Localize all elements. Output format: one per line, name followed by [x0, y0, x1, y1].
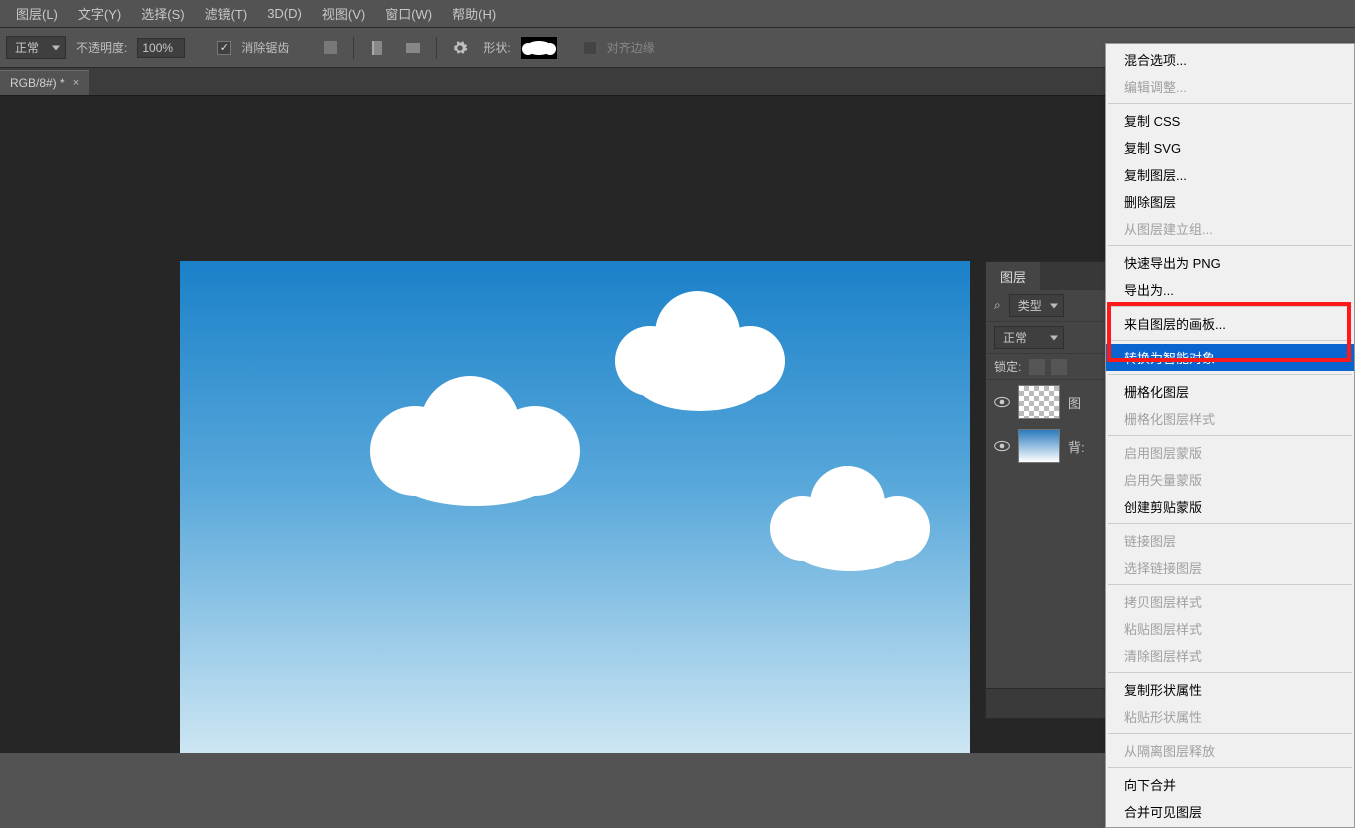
cm-separator — [1108, 245, 1352, 246]
align-icon[interactable] — [364, 37, 390, 59]
shape-label: 形状: — [483, 39, 510, 56]
align-edges-label: 对齐边缘 — [607, 39, 655, 56]
cm-enable-vector-mask: 启用矢量蒙版 — [1106, 466, 1354, 493]
blend-mode-dropdown[interactable]: 正常 — [6, 36, 66, 59]
close-tab-icon[interactable]: × — [73, 77, 79, 89]
cm-separator — [1108, 767, 1352, 768]
cm-separator — [1108, 523, 1352, 524]
cm-enable-layer-mask: 启用图层蒙版 — [1106, 439, 1354, 466]
menu-3d[interactable]: 3D(D) — [257, 2, 312, 25]
cm-copy-css[interactable]: 复制 CSS — [1106, 107, 1354, 134]
cm-merge-visible[interactable]: 合并可见图层 — [1106, 798, 1354, 825]
layer-thumbnail[interactable] — [1018, 429, 1060, 463]
menu-type[interactable]: 文字(Y) — [68, 0, 131, 27]
cm-link-layers: 链接图层 — [1106, 527, 1354, 554]
cm-duplicate-layer[interactable]: 复制图层... — [1106, 161, 1354, 188]
shape-preset-thumb[interactable] — [521, 37, 557, 59]
cm-create-clipping-mask[interactable]: 创建剪贴蒙版 — [1106, 493, 1354, 520]
cm-clear-layer-style: 清除图层样式 — [1106, 642, 1354, 669]
antialias-checkbox[interactable]: ✓ — [217, 41, 231, 55]
cm-paste-shape-attr: 粘贴形状属性 — [1106, 703, 1354, 730]
document-tab[interactable]: RGB/8#) * × — [0, 70, 89, 95]
cm-artboard-from-layers[interactable]: 来自图层的画板... — [1106, 310, 1354, 337]
layer-context-menu: 混合选项... 编辑调整... 复制 CSS 复制 SVG 复制图层... 删除… — [1105, 43, 1355, 828]
layer-thumbnail[interactable] — [1018, 385, 1060, 419]
cm-separator — [1108, 733, 1352, 734]
cm-separator — [1108, 672, 1352, 673]
settings-gear-icon — [452, 40, 468, 56]
opacity-label: 不透明度: — [76, 39, 127, 56]
cm-blending-options[interactable]: 混合选项... — [1106, 46, 1354, 73]
separator — [353, 37, 354, 59]
arrange-icon[interactable] — [400, 37, 426, 59]
tab-layers[interactable]: 图层 — [986, 262, 1040, 290]
visibility-icon[interactable] — [994, 396, 1010, 408]
cm-paste-layer-style: 粘贴图层样式 — [1106, 615, 1354, 642]
cm-copy-shape-attr[interactable]: 复制形状属性 — [1106, 676, 1354, 703]
cm-copy-layer-style: 拷贝图层样式 — [1106, 588, 1354, 615]
lock-image-icon[interactable] — [1051, 359, 1067, 375]
cm-rasterize-layer-style: 栅格化图层样式 — [1106, 405, 1354, 432]
cloud-shape-icon — [526, 41, 552, 55]
menu-filter[interactable]: 滤镜(T) — [195, 0, 258, 27]
cm-separator — [1108, 584, 1352, 585]
antialias-label: 消除锯齿 — [241, 39, 289, 56]
cm-select-linked: 选择链接图层 — [1106, 554, 1354, 581]
blend-mode-dropdown[interactable]: 正常 — [994, 326, 1064, 349]
lock-transparent-icon[interactable] — [1029, 359, 1045, 375]
cm-separator — [1108, 306, 1352, 307]
opacity-input[interactable]: 100% — [137, 38, 185, 58]
cloud-shape-3[interactable] — [765, 461, 935, 576]
cloud-shape-2[interactable] — [610, 286, 790, 416]
cm-separator — [1108, 340, 1352, 341]
cm-convert-smart-object[interactable]: 转换为智能对象 — [1106, 344, 1354, 371]
search-icon[interactable]: ⌕ — [994, 298, 1001, 313]
gear-icon[interactable] — [447, 37, 473, 59]
filter-type-dropdown[interactable]: 类型 — [1009, 294, 1064, 317]
cm-rasterize-layer[interactable]: 栅格化图层 — [1106, 378, 1354, 405]
cm-separator — [1108, 374, 1352, 375]
cm-edit-adjustment: 编辑调整... — [1106, 73, 1354, 100]
menu-help[interactable]: 帮助(H) — [442, 0, 506, 27]
main-menubar: 图层(L) 文字(Y) 选择(S) 滤镜(T) 3D(D) 视图(V) 窗口(W… — [0, 0, 1355, 28]
align-edges-checkbox[interactable] — [583, 41, 597, 55]
visibility-icon[interactable] — [994, 440, 1010, 452]
lock-label: 锁定: — [994, 358, 1021, 375]
menu-layer[interactable]: 图层(L) — [6, 0, 68, 27]
cm-group-from-layers: 从图层建立组... — [1106, 215, 1354, 242]
path-operations-icon[interactable] — [317, 37, 343, 59]
cm-separator — [1108, 103, 1352, 104]
cm-quick-export-png[interactable]: 快速导出为 PNG — [1106, 249, 1354, 276]
cm-merge-down[interactable]: 向下合并 — [1106, 771, 1354, 798]
cm-copy-svg[interactable]: 复制 SVG — [1106, 134, 1354, 161]
cm-separator — [1108, 435, 1352, 436]
layer-name[interactable]: 背: — [1068, 437, 1085, 456]
cm-delete-layer[interactable]: 删除图层 — [1106, 188, 1354, 215]
menu-window[interactable]: 窗口(W) — [375, 0, 442, 27]
document-tab-title: RGB/8#) * — [10, 76, 65, 90]
cm-export-as[interactable]: 导出为... — [1106, 276, 1354, 303]
menu-view[interactable]: 视图(V) — [312, 0, 375, 27]
artboard[interactable] — [180, 261, 970, 753]
cm-release-isolation: 从隔离图层释放 — [1106, 737, 1354, 764]
separator — [436, 37, 437, 59]
cloud-shape-1[interactable] — [360, 366, 590, 506]
layer-name[interactable]: 图 — [1068, 393, 1081, 412]
menu-select[interactable]: 选择(S) — [131, 0, 194, 27]
